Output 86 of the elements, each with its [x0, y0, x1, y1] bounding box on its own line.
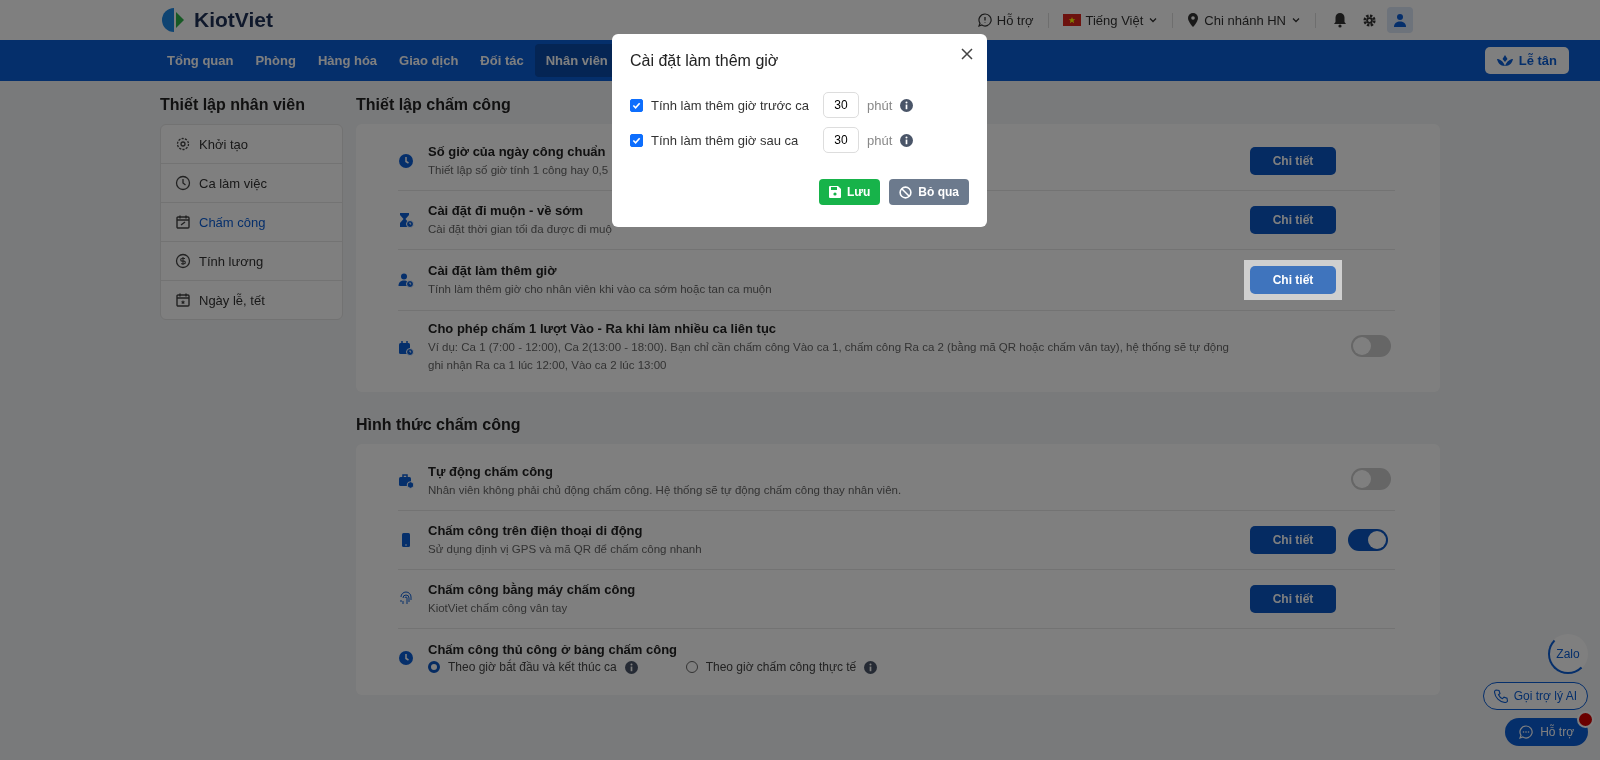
settings-icon: [175, 136, 191, 152]
toggle-switch[interactable]: [1351, 334, 1391, 357]
zalo-button[interactable]: Zalo: [1548, 634, 1588, 674]
radio-option[interactable]: Theo giờ chấm công thực tế: [685, 660, 878, 674]
unit-label: phút: [867, 132, 893, 148]
info-icon[interactable]: [900, 98, 914, 112]
lotus-icon: [1496, 54, 1513, 67]
clock-icon: [175, 175, 191, 191]
details-button[interactable]: Chi tiết: [1250, 266, 1336, 294]
support-link[interactable]: Hỗ trợ: [963, 12, 1049, 28]
caret-icon: [1148, 15, 1159, 25]
toggle-switch[interactable]: [1351, 468, 1391, 490]
briefcase-clock-icon: [398, 473, 414, 489]
fingerprint-icon: [398, 591, 414, 607]
clock-icon: [398, 650, 414, 666]
radio-option[interactable]: Theo giờ bắt đầu và kết thúc ca: [428, 660, 638, 674]
info-icon[interactable]: [624, 660, 638, 674]
cancel-button[interactable]: Bỏ qua: [889, 179, 969, 205]
details-button[interactable]: Chi tiết: [1250, 206, 1336, 234]
chat-alert-icon: [977, 13, 992, 27]
notification-dot: [1577, 711, 1594, 728]
nav-tab[interactable]: Giao dịch: [388, 44, 470, 77]
setting-description: Ví dụ: Ca 1 (7:00 - 12:00), Ca 2(13:00 - 18:00). Bạn chỉ cần chấm công Vào ca 1, chấm công Ra ca 2 (bằng mã QR hoặc chấm vân tay), hệ thống sẽ tự động ghi nhận Ra ca 1 lúc 12:00, Vào ca 2 lúc 13:00: [428, 340, 1230, 373]
setting-title: Tự động chấm công: [428, 463, 554, 479]
setting-title: Chấm công trên điện thoại di động: [428, 522, 644, 538]
save-button[interactable]: Lưu: [818, 179, 881, 205]
sidebar-item[interactable]: Chấm công: [161, 203, 342, 242]
user-avatar[interactable]: [1387, 7, 1413, 33]
phone-icon: [1493, 689, 1508, 703]
dialog-title: Cài đặt làm thêm giờ: [630, 52, 780, 70]
notification-icon[interactable]: [1332, 12, 1348, 28]
details-button[interactable]: Chi tiết: [1250, 147, 1336, 175]
setting-title: Cài đặt làm thêm giờ: [428, 262, 558, 278]
reception-button[interactable]: Lễ tân: [1484, 47, 1569, 74]
setting-description: Sử dụng định vị GPS và mã QR để chấm công nhanh: [428, 541, 703, 557]
cancel-icon: [899, 185, 913, 199]
option-label: Tính làm thêm giờ trước ca: [651, 97, 810, 113]
toggle-switch[interactable]: [1348, 529, 1388, 551]
setting-description: KiotViet chấm công vân tay: [428, 600, 569, 616]
nav-tab[interactable]: Tổng quan: [156, 44, 245, 77]
branch-selector[interactable]: Chi nhánh HN: [1173, 12, 1316, 28]
dollar-icon: [175, 253, 191, 269]
chat-icon: [1519, 725, 1534, 739]
info-icon[interactable]: [900, 133, 914, 147]
nav-tab[interactable]: Hàng hóa: [306, 44, 389, 77]
setting-description: Cài đặt thời gian tối đa được đi muộ: [428, 221, 613, 237]
sidebar-item[interactable]: Ca làm việc: [161, 164, 342, 203]
language-selector[interactable]: Tiếng Việt: [1048, 12, 1174, 28]
sidebar-item[interactable]: Khởi tạo: [161, 125, 342, 164]
checkbox[interactable]: [630, 98, 643, 112]
setting-description: Thiết lập số giờ tính 1 công hay 0,5: [428, 162, 610, 178]
caret-icon: [1291, 15, 1301, 25]
support-chat-button[interactable]: Hỗ trợ: [1505, 718, 1588, 746]
calendar-icon: [175, 214, 191, 230]
details-button[interactable]: Chi tiết: [1250, 585, 1336, 613]
setting-title: Cài đặt đi muộn - về sớm: [428, 202, 585, 218]
setting-description: Tính làm thêm giờ cho nhân viên khi vào ca sớm hoặc tan ca muộn: [428, 281, 773, 297]
minutes-field[interactable]: 30: [823, 92, 859, 118]
location-pin-icon: [1187, 13, 1200, 27]
hourglass-clock-icon: [398, 212, 414, 228]
minutes-field[interactable]: 30: [823, 127, 859, 153]
sidebar-item[interactable]: Ngày lễ, tết: [161, 281, 342, 319]
setting-title: Cho phép chấm 1 lượt Vào - Ra khi làm nhiều ca liên tục: [428, 321, 778, 336]
sidebar-title: Thiết lập nhân viên: [160, 96, 305, 114]
checkbox[interactable]: [630, 133, 643, 147]
info-icon[interactable]: [864, 660, 878, 674]
flag-icon: [1062, 14, 1081, 26]
person-clock-icon: [398, 272, 414, 288]
clock-icon: [398, 153, 414, 169]
setting-title: Chấm công bằng máy chấm công: [428, 581, 637, 597]
unit-label: phút: [867, 97, 893, 113]
settings-icon[interactable]: [1362, 12, 1377, 28]
sidebar-item[interactable]: Tính lương: [161, 242, 342, 281]
logo-text: KiotViet: [194, 8, 273, 32]
details-button[interactable]: Chi tiết: [1250, 526, 1336, 554]
nav-tab[interactable]: Đối tác: [469, 44, 535, 77]
setting-description: Nhân viên không phải chủ động chấm công. Hệ thống sẽ tự động chấm công thay nhân viên.: [428, 482, 903, 498]
setting-title: Chấm công thủ công ở bảng chấm công: [428, 642, 679, 657]
option-label: Tính làm thêm giờ sau ca: [651, 132, 800, 148]
setting-title: Số giờ của ngày công chuẩn: [428, 143, 607, 159]
section-title: Thiết lập chấm công: [356, 96, 511, 114]
ai-call-button[interactable]: Gọi trợ lý AI: [1482, 682, 1588, 710]
nav-tab[interactable]: Phòng: [244, 44, 307, 77]
calendar-clock-icon: [398, 339, 414, 356]
save-icon: [828, 186, 841, 198]
section-title: Hình thức chấm công: [356, 416, 521, 434]
